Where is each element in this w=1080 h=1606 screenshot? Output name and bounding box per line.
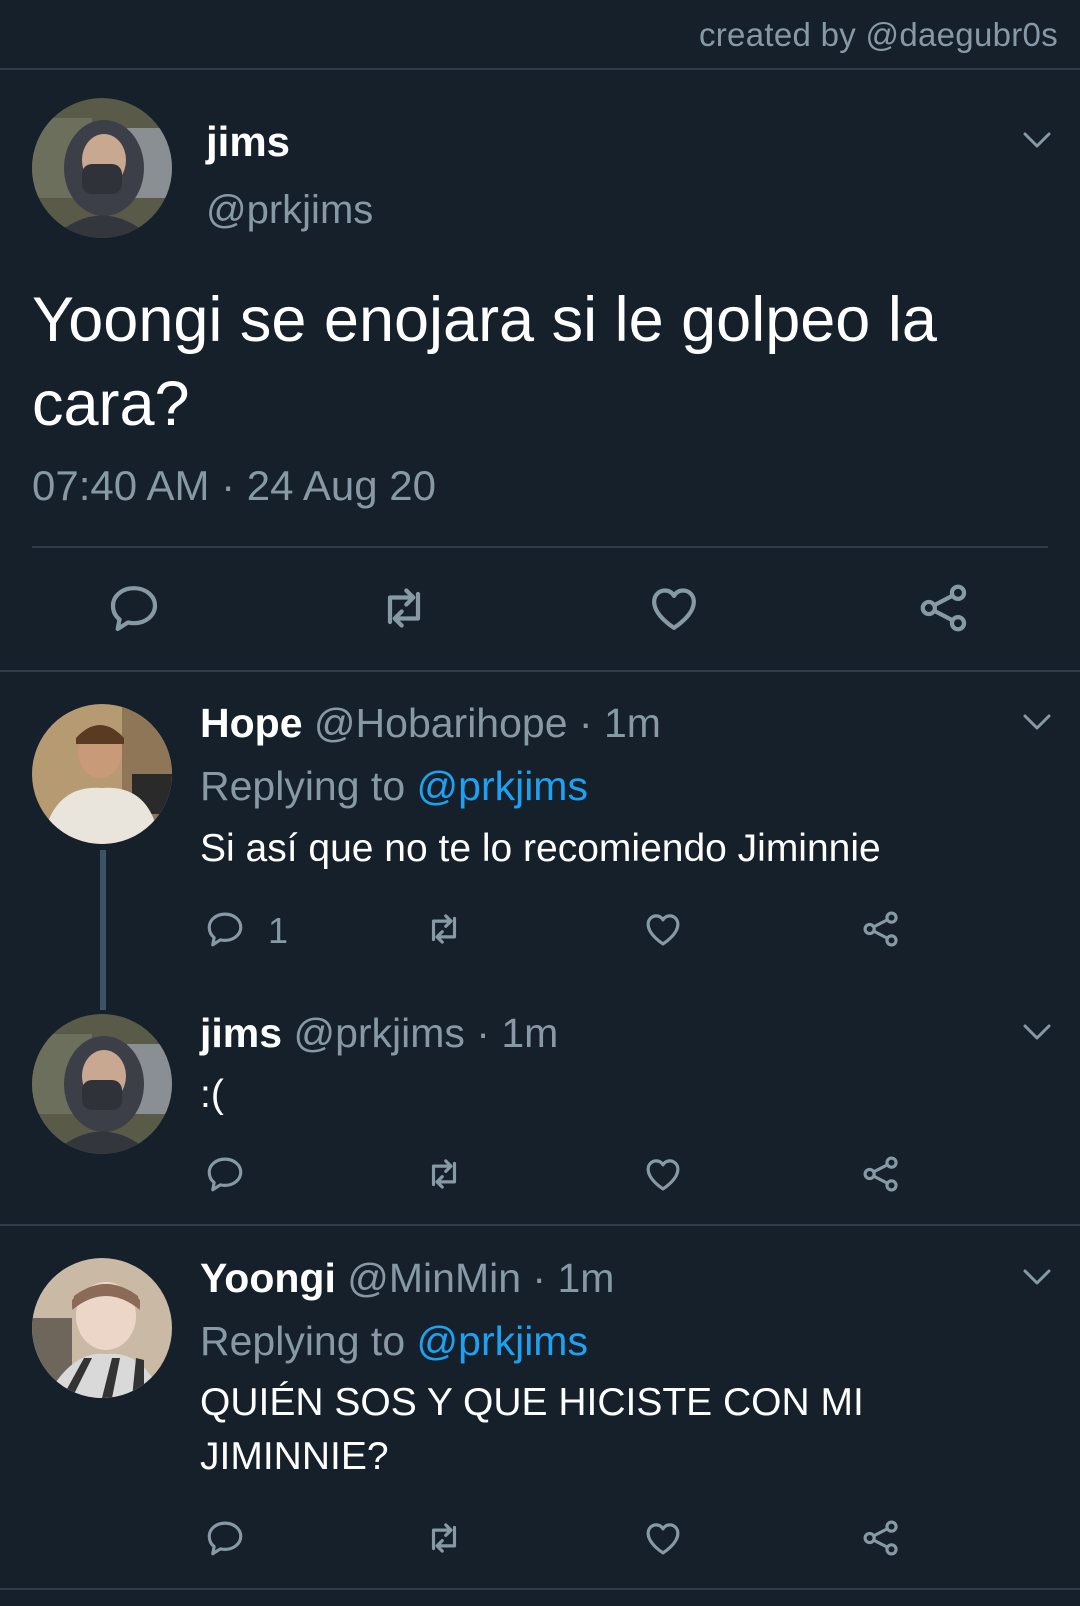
reply-meta[interactable]: @Hobarihope · 1m	[314, 700, 661, 746]
mention-link[interactable]: @prkjims	[417, 763, 588, 809]
avatar[interactable]	[32, 98, 172, 238]
replying-prefix: Replying to	[200, 1318, 417, 1364]
reply-author-name[interactable]: Hope	[200, 700, 303, 746]
chevron-down-icon[interactable]	[1022, 1022, 1052, 1042]
reply-header: Hope @Hobarihope · 1m	[200, 700, 661, 747]
reply-header: Yoongi @MinMin · 1m	[200, 1255, 614, 1302]
author-handle[interactable]: @prkjims	[206, 188, 373, 233]
replying-prefix: Replying to	[200, 763, 417, 809]
divider	[0, 1224, 1080, 1226]
share-icon[interactable]	[860, 1517, 902, 1559]
credit-watermark: created by @daegubr0s	[698, 16, 1058, 53]
divider	[0, 1588, 1080, 1590]
reply-author-name[interactable]: jims	[200, 1010, 282, 1056]
reply-text: :(	[200, 1073, 224, 1116]
like-icon[interactable]	[642, 1517, 684, 1559]
thread-connector	[100, 850, 106, 1010]
reply-meta[interactable]: @MinMin · 1m	[347, 1255, 614, 1301]
avatar[interactable]	[32, 704, 172, 844]
reply-text: Si así que no te lo recomiendo Jiminnie	[200, 827, 881, 870]
mention-link[interactable]: @prkjims	[417, 1318, 588, 1364]
reply-meta[interactable]: @prkjims · 1m	[293, 1010, 558, 1056]
avatar[interactable]	[32, 1258, 172, 1398]
like-icon[interactable]	[646, 580, 702, 636]
share-icon[interactable]	[860, 1153, 902, 1195]
avatar[interactable]	[32, 1014, 172, 1154]
reply-icon[interactable]	[204, 908, 246, 950]
author-name[interactable]: jims	[206, 118, 290, 166]
tweet-timestamp[interactable]: 07:40 AM · 24 Aug 20	[32, 462, 436, 510]
chevron-down-icon[interactable]	[1022, 1267, 1052, 1287]
reply-author-name[interactable]: Yoongi	[200, 1255, 336, 1301]
retweet-icon[interactable]	[374, 580, 434, 636]
like-icon[interactable]	[642, 908, 684, 950]
chevron-down-icon[interactable]	[1022, 712, 1052, 732]
share-icon[interactable]	[860, 908, 902, 950]
reply-icon[interactable]	[204, 1153, 246, 1195]
reply-count: 1	[268, 910, 289, 951]
reply-icon[interactable]	[204, 1517, 246, 1559]
divider	[0, 68, 1080, 70]
retweet-icon[interactable]	[420, 1153, 468, 1195]
retweet-icon[interactable]	[420, 1517, 468, 1559]
divider	[0, 670, 1080, 672]
chevron-down-icon[interactable]	[1022, 130, 1052, 150]
reply-text: QUIÉN SOS Y QUE HICISTE CON MI JIMINNIE?	[200, 1381, 864, 1478]
replying-to: Replying to @prkjims	[200, 1318, 588, 1365]
like-icon[interactable]	[642, 1153, 684, 1195]
replying-to: Replying to @prkjims	[200, 763, 588, 810]
tweet-text: Yoongi se enojara si le golpeo la cara?	[32, 285, 937, 439]
reply-header: jims @prkjims · 1m	[200, 1010, 558, 1057]
retweet-icon[interactable]	[420, 908, 468, 950]
divider	[32, 546, 1048, 548]
share-icon[interactable]	[916, 580, 972, 636]
reply-icon[interactable]	[106, 580, 162, 636]
